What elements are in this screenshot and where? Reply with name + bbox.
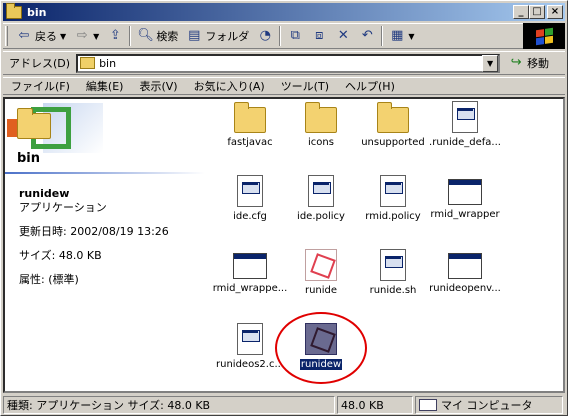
file-item[interactable]: rmid_wrapper [425, 175, 505, 220]
file-item[interactable]: rmid_wrappe... [210, 249, 290, 294]
folder-icon [6, 2, 22, 19]
selected-file-name: runidew [19, 187, 70, 200]
menu-bar: ファイル(F) 編集(E) 表示(V) お気に入り(A) ツール(T) ヘルプ(… [3, 77, 565, 95]
file-info: runidew アプリケーション 更新日時: 2002/08/19 13:26 … [19, 187, 169, 287]
move-to-icon: ⧉ [290, 28, 300, 43]
forward-arrow-icon: ⇨ [76, 28, 88, 43]
document-icon [452, 101, 478, 133]
status-bar: 種類: アプリケーション サイズ: 48.0 KB 48.0 KB マイ コンピ… [3, 395, 565, 415]
window-title: bin [27, 5, 47, 19]
go-arrow-icon: ↪ [510, 55, 522, 70]
up-folder-button[interactable]: ⇪ [103, 25, 127, 47]
selected-file-type: アプリケーション [19, 201, 107, 214]
address-bar: アドレス(D) bin ▼ ↪ 移動 [3, 51, 565, 75]
file-item-label: rmid_wrapper [430, 209, 500, 220]
folder-title: bin [17, 151, 41, 166]
file-item-label: .runide_defa... [429, 137, 501, 148]
details-panel: bin runidew アプリケーション 更新日時: 2002/08/19 13… [5, 99, 205, 391]
address-dropdown-button[interactable]: ▼ [482, 54, 499, 72]
folder-icon [305, 102, 337, 133]
file-item-label: unsupported [361, 137, 425, 148]
back-button[interactable]: ⇦ 戻る ▼ [12, 25, 70, 47]
modified-date: 更新日時: 2002/08/19 13:26 [19, 225, 169, 238]
file-item-label: runide [304, 285, 338, 296]
document-icon [237, 323, 263, 355]
document-icon [308, 175, 334, 207]
views-button[interactable]: ▦ ▼ [385, 25, 418, 47]
file-item-label: icons [308, 137, 334, 148]
history-icon: ◔ [259, 28, 271, 43]
file-item[interactable]: ide.cfg [210, 175, 290, 222]
file-item-label: ide.cfg [233, 211, 267, 222]
file-item[interactable]: runide [281, 249, 361, 296]
menu-tools[interactable]: ツール(T) [273, 78, 337, 94]
minimize-button[interactable]: _ [513, 5, 529, 19]
cube-icon [305, 249, 337, 281]
folder-icon [234, 102, 266, 133]
window-icon [233, 253, 267, 279]
menu-help[interactable]: ヘルプ(H) [337, 78, 403, 94]
window-icon [448, 253, 482, 279]
forward-button[interactable]: ⇨ ▼ [70, 25, 103, 47]
copy-to-icon: ⧈ [315, 28, 324, 43]
file-item-label: runideopenv... [429, 283, 501, 294]
file-attributes: 属性: (標準) [19, 273, 79, 286]
delete-button[interactable]: ✕ [331, 25, 355, 47]
move-to-button[interactable]: ⧉ [283, 25, 307, 47]
folders-button[interactable]: ▤ フォルダ [182, 25, 253, 47]
file-item[interactable]: runide.sh [353, 249, 433, 296]
copy-to-button[interactable]: ⧈ [307, 25, 331, 47]
status-size: 48.0 KB [337, 396, 413, 414]
file-view[interactable]: bin runidew アプリケーション 更新日時: 2002/08/19 13… [3, 97, 565, 393]
explorer-window: bin _ □ × ⇦ 戻る ▼ ⇨ ▼ ⇪ 🔍︎ 検索 ▤ フォルダ ◔ ⧉ … [0, 0, 568, 416]
file-item[interactable]: unsupported [353, 101, 433, 148]
file-item[interactable]: runideopenv... [425, 249, 505, 294]
views-icon: ▦ [391, 28, 404, 43]
menu-favorites[interactable]: お気に入り(A) [186, 78, 273, 94]
window-icon [448, 179, 482, 205]
up-folder-icon: ⇪ [109, 28, 121, 43]
search-icon: 🔍︎ [137, 28, 154, 43]
file-item-label: runide.sh [369, 285, 417, 296]
menu-edit[interactable]: 編集(E) [78, 78, 132, 94]
file-item-label: rmid.policy [365, 211, 421, 222]
address-label: アドレス(D) [9, 57, 71, 70]
title-bar[interactable]: bin _ □ × [3, 2, 565, 21]
folder-icon [80, 57, 96, 69]
close-button[interactable]: × [547, 5, 563, 19]
go-button[interactable]: ↪ 移動 [508, 55, 549, 71]
file-item-label: rmid_wrappe... [212, 283, 288, 294]
highlight-circle [275, 312, 367, 384]
file-item[interactable]: .runide_defa... [425, 101, 505, 148]
delete-icon: ✕ [337, 28, 349, 43]
standard-toolbar: ⇦ 戻る ▼ ⇨ ▼ ⇪ 🔍︎ 検索 ▤ フォルダ ◔ ⧉ ⧈ ✕ ↶ ▦ ▼ [3, 23, 565, 49]
file-item-label: fastjavac [227, 137, 273, 148]
menu-view[interactable]: 表示(V) [131, 78, 185, 94]
computer-icon [419, 399, 437, 411]
document-icon [237, 175, 263, 207]
file-item-label: ide.policy [297, 211, 345, 222]
document-icon [380, 175, 406, 207]
undo-button[interactable]: ↶ [355, 25, 379, 47]
back-arrow-icon: ⇦ [18, 28, 30, 43]
undo-icon: ↶ [361, 28, 373, 43]
folder-banner: bin [5, 99, 205, 174]
file-item[interactable]: icons [281, 101, 361, 148]
maximize-button[interactable]: □ [529, 5, 545, 19]
folder-icon [377, 102, 409, 133]
file-item[interactable]: fastjavac [210, 101, 290, 148]
folders-icon: ▤ [188, 28, 201, 43]
history-button[interactable]: ◔ [253, 25, 277, 47]
status-location: マイ コンピュータ [415, 396, 563, 414]
address-input[interactable]: bin ▼ [76, 53, 501, 73]
search-button[interactable]: 🔍︎ 検索 [133, 25, 182, 47]
document-icon [380, 249, 406, 281]
status-type-size: 種類: アプリケーション サイズ: 48.0 KB [3, 396, 335, 414]
menu-file[interactable]: ファイル(F) [3, 78, 78, 94]
file-size: サイズ: 48.0 KB [19, 249, 102, 262]
file-item[interactable]: rmid.policy [353, 175, 433, 222]
folder-icon [17, 108, 51, 139]
file-item[interactable]: ide.policy [281, 175, 361, 222]
windows-logo [523, 23, 565, 49]
